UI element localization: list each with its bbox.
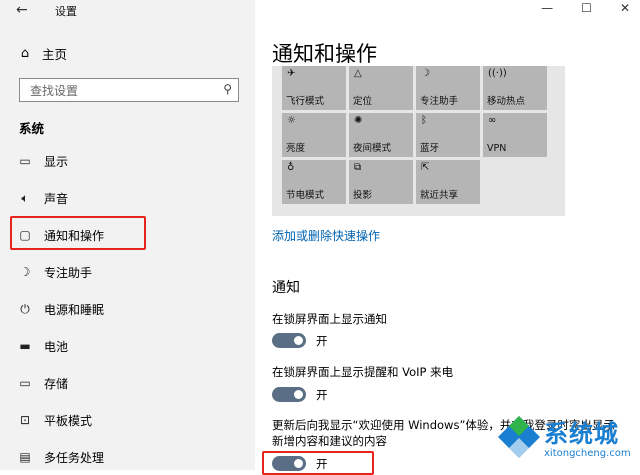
sidebar-item-label: 多任务处理 <box>44 450 105 465</box>
sun-icon: ☼ <box>287 115 296 126</box>
speaker-icon: 🔈︎ <box>21 190 29 205</box>
search-box[interactable]: ⚲ <box>19 78 239 102</box>
sidebar-item-label: 平板模式 <box>44 413 93 428</box>
quick-action-night-light[interactable]: ✺ 夜间模式 <box>349 113 413 157</box>
close-button[interactable]: ✕ <box>620 1 630 15</box>
quick-action-focus[interactable]: ☽ 专注助手 <box>416 66 480 110</box>
toggle-state: 开 <box>316 388 328 402</box>
sidebar-item-storage[interactable]: ▭ 存储 <box>18 372 248 394</box>
power-icon: ⏻ <box>20 301 30 316</box>
sidebar-item-label: 专注助手 <box>44 265 93 280</box>
storage-icon: ▭ <box>19 376 31 390</box>
section-label: 系统 <box>19 121 45 136</box>
battery-icon: ▬ <box>19 339 31 353</box>
display-icon: ▭ <box>19 154 31 168</box>
setting-lockscreen-voip-label: 在锁屏界面上显示提醒和 VoIP 来电 <box>272 365 454 379</box>
quick-action-project[interactable]: ⧉ 投影 <box>349 160 413 204</box>
back-button[interactable]: ← <box>16 2 28 18</box>
lockscreen-notifications-toggle[interactable] <box>272 333 306 348</box>
watermark-url: xitongcheng.com <box>544 448 631 459</box>
notifications-heading: 通知 <box>272 280 300 296</box>
night-light-icon: ✺ <box>354 115 363 126</box>
sidebar-item-display[interactable]: ▭ 显示 <box>18 150 248 172</box>
vpn-icon: ∞ <box>488 115 497 126</box>
toggle-highlight <box>262 451 374 475</box>
maximize-button[interactable]: ☐ <box>581 1 592 15</box>
setting-welcome-experience-label-2: 新增内容和建议的内容 <box>272 434 387 448</box>
sidebar-item-label: 存储 <box>44 376 69 391</box>
sidebar-item-label: 电池 <box>44 339 69 354</box>
sidebar-item-label: 显示 <box>44 154 69 169</box>
sidebar-item-focus-assist[interactable]: ☽ 专注助手 <box>18 261 248 283</box>
quick-action-vpn[interactable]: ∞ VPN <box>483 113 547 157</box>
home-nav-item[interactable]: ⌂ 主页 <box>18 44 67 63</box>
toggle-state: 开 <box>316 334 328 348</box>
tablet-icon: ⊡ <box>19 413 31 427</box>
airplane-icon: ✈ <box>287 68 296 79</box>
project-icon: ⧉ <box>354 162 362 173</box>
quick-actions-grid: ✈ 飞行模式 △ 定位 ☽ 专注助手 ((·)) 移动热点 ☼ 亮度 ✺ 夜间模… <box>272 66 565 216</box>
quick-action-hotspot[interactable]: ((·)) 移动热点 <box>483 66 547 110</box>
sidebar-item-tablet[interactable]: ⊡ 平板模式 <box>18 409 248 431</box>
watermark-text: 系统城 <box>544 420 619 448</box>
toggle-knob <box>294 336 303 345</box>
sidebar-item-multitasking[interactable]: ▤ 多任务处理 <box>18 446 248 468</box>
moon-icon: ☽ <box>421 68 430 79</box>
quick-action-brightness[interactable]: ☼ 亮度 <box>282 113 346 157</box>
home-icon: ⌂ <box>20 46 30 61</box>
setting-lockscreen-notifications-label: 在锁屏界面上显示通知 <box>272 312 387 326</box>
quick-action-airplane[interactable]: ✈ 飞行模式 <box>282 66 346 110</box>
sidebar-item-label: 声音 <box>44 191 69 206</box>
toggle-knob <box>294 390 303 399</box>
sidebar-item-battery[interactable]: ▬ 电池 <box>18 335 248 357</box>
search-input[interactable] <box>28 80 222 102</box>
search-icon[interactable]: ⚲ <box>223 82 232 96</box>
minimize-button[interactable]: — <box>541 1 553 15</box>
sidebar-item-sound[interactable]: 🔈︎ 声音 <box>18 187 248 209</box>
main-content: — ☐ ✕ 通知和操作 ✈ 飞行模式 △ 定位 ☽ 专注助手 ((·)) 移动热… <box>255 0 640 475</box>
edit-quick-actions-link[interactable]: 添加或删除快速操作 <box>272 227 380 244</box>
location-icon: △ <box>354 68 362 79</box>
quick-action-nearby-share[interactable]: ⇱ 就近共享 <box>416 160 480 204</box>
app-title: 设置 <box>55 5 77 18</box>
moon-icon: ☽ <box>19 265 31 279</box>
sidebar-item-label: 电源和睡眠 <box>44 302 105 317</box>
selection-highlight <box>10 216 146 250</box>
quick-action-location[interactable]: △ 定位 <box>349 66 413 110</box>
hotspot-icon: ((·)) <box>488 68 507 79</box>
watermark: 系统城 xitongcheng.com <box>494 412 640 470</box>
lockscreen-voip-toggle[interactable] <box>272 387 306 402</box>
title-bar: ← 设置 <box>0 0 255 24</box>
quick-action-bluetooth[interactable]: ᛒ 蓝牙 <box>416 113 480 157</box>
window-controls: — ☐ ✕ <box>541 1 630 15</box>
sidebar-item-power[interactable]: ⏻ 电源和睡眠 <box>18 298 248 320</box>
share-icon: ⇱ <box>421 162 430 173</box>
page-title: 通知和操作 <box>272 42 377 66</box>
home-label: 主页 <box>42 47 68 62</box>
quick-action-battery-saver[interactable]: ♁ 节电模式 <box>282 160 346 204</box>
sidebar: ← 设置 ⌂ 主页 ⚲ 系统 ▭ 显示 🔈︎ 声音 ▢ 通知和操作 ☽ 专注助手… <box>0 0 255 470</box>
multitask-icon: ▤ <box>19 450 31 464</box>
watermark-logo-icon <box>498 416 540 458</box>
bluetooth-icon: ᛒ <box>421 115 427 126</box>
battery-saver-icon: ♁ <box>287 162 295 173</box>
